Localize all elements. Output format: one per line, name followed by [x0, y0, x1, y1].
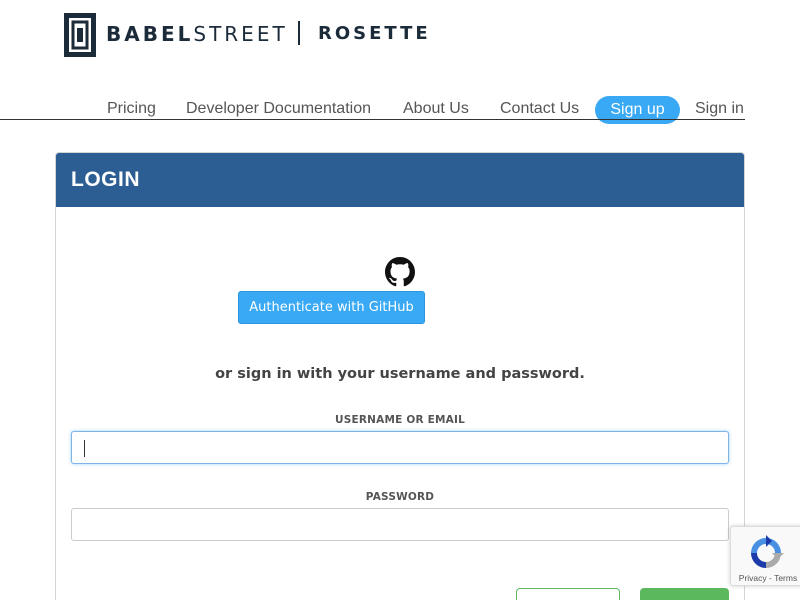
- login-card: LOGIN Authenticate with GitHub or sign i…: [55, 152, 745, 600]
- username-label: USERNAME OR EMAIL: [335, 414, 465, 426]
- authenticate-github-button[interactable]: Authenticate with GitHub: [238, 291, 425, 324]
- login-submit-button[interactable]: [640, 588, 729, 600]
- password-label: PASSWORD: [365, 491, 435, 503]
- recaptcha-icon: [751, 535, 784, 568]
- recaptcha-badge[interactable]: Privacy - Terms: [730, 526, 800, 586]
- product-name: ROSETTE: [318, 23, 431, 44]
- babel-street-logo-icon: [64, 13, 96, 57]
- password-input[interactable]: [71, 508, 729, 541]
- nav-developer-documentation[interactable]: Developer Documentation: [186, 100, 371, 118]
- nav-pricing[interactable]: Pricing: [107, 100, 156, 118]
- brand-logo[interactable]: [60, 10, 100, 60]
- nav-divider: [0, 119, 745, 120]
- recaptcha-separator: -: [766, 573, 775, 583]
- alternate-signin-text: or sign in with your username and passwo…: [215, 366, 585, 382]
- username-input[interactable]: [71, 431, 729, 464]
- login-card-header: LOGIN: [56, 153, 744, 207]
- recaptcha-privacy-link[interactable]: Privacy: [739, 573, 767, 583]
- brand-name-bold: BABEL: [106, 22, 194, 46]
- github-icon: [385, 257, 415, 287]
- nav-sign-in[interactable]: Sign in: [695, 100, 744, 118]
- secondary-action-button[interactable]: [516, 588, 620, 600]
- brand-name: BABELSTREET: [106, 23, 288, 45]
- text-cursor: [84, 440, 85, 457]
- recaptcha-terms-link[interactable]: Terms: [774, 573, 797, 583]
- nav-contact-us[interactable]: Contact Us: [500, 100, 579, 118]
- brand-divider: [298, 21, 300, 45]
- brand-name-light: STREET: [193, 22, 288, 46]
- recaptcha-links: Privacy - Terms: [731, 573, 800, 583]
- login-title: LOGIN: [71, 168, 140, 191]
- nav-about-us[interactable]: About Us: [403, 100, 469, 118]
